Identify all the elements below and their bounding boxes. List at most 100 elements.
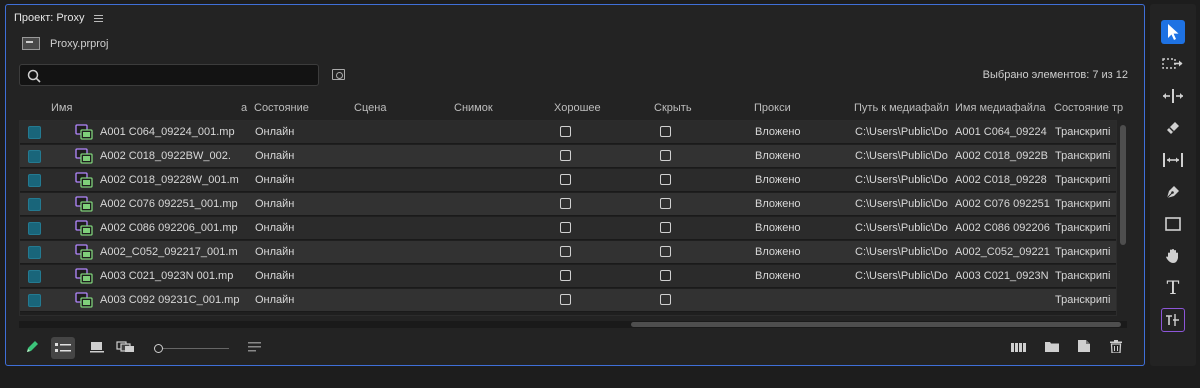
selection-tool-icon[interactable]	[1161, 20, 1185, 44]
razor-tool-icon[interactable]	[1161, 116, 1185, 140]
trash-icon[interactable]	[1110, 340, 1122, 356]
table-row[interactable]: A003 C021_0923N 001.mp Онлайн Вложено C:\Us…	[20, 265, 1116, 288]
slip-tool-icon[interactable]	[1161, 148, 1185, 172]
horizontal-scrollbar[interactable]	[631, 322, 1121, 327]
hide-checkbox[interactable]	[660, 150, 671, 161]
cell-media-path: C:\Users\Public\Do	[855, 198, 948, 210]
label-color-swatch[interactable]	[28, 294, 41, 307]
good-checkbox[interactable]	[560, 294, 571, 305]
clip-icon	[75, 268, 93, 284]
cell-name[interactable]: A001 C064_09224_001.mp	[100, 126, 240, 138]
col-hide[interactable]: Скрыть	[654, 102, 692, 114]
cell-name[interactable]: A002 C018_09228W_001.m	[100, 174, 240, 186]
table-row[interactable]: A002_C052_092217_001.m Онлайн Вложено C:\Us…	[20, 241, 1116, 264]
rectangle-tool-icon[interactable]	[1161, 212, 1185, 236]
cell-status: Онлайн	[255, 222, 295, 234]
cell-proxy: Вложено	[755, 174, 801, 186]
good-checkbox[interactable]	[560, 246, 571, 257]
pen-tool-icon[interactable]	[1161, 180, 1185, 204]
freeform-view-icon[interactable]	[116, 341, 136, 356]
panel-menu-icon[interactable]	[94, 14, 104, 22]
cell-name[interactable]: A003 C021_0923N 001.mp	[100, 270, 240, 282]
cell-media-name: A002 C076 092251	[955, 198, 1050, 210]
label-color-swatch[interactable]	[28, 198, 41, 211]
clip-icon	[75, 172, 93, 188]
table-row[interactable]: A002 C086 092206_001.mp Онлайн Вложено C:\U…	[20, 217, 1116, 240]
col-name[interactable]: Имя	[51, 102, 72, 114]
label-color-swatch[interactable]	[28, 126, 41, 139]
hide-checkbox[interactable]	[660, 126, 671, 137]
cell-status: Онлайн	[255, 198, 295, 210]
list-view-button[interactable]	[51, 337, 75, 359]
col-media-name[interactable]: Имя медиафайла	[955, 102, 1045, 114]
transcript-tool-icon[interactable]	[1161, 308, 1185, 332]
hide-checkbox[interactable]	[660, 174, 671, 185]
good-checkbox[interactable]	[560, 126, 571, 137]
col-status[interactable]: Состояние	[254, 102, 309, 114]
cell-name[interactable]: A002 C086 092206_001.mp	[100, 222, 240, 234]
ripple-edit-tool-icon[interactable]	[1161, 84, 1185, 108]
good-checkbox[interactable]	[560, 174, 571, 185]
hide-checkbox[interactable]	[660, 294, 671, 305]
good-checkbox[interactable]	[560, 150, 571, 161]
new-bin-icon[interactable]	[1045, 340, 1060, 355]
cell-status: Онлайн	[255, 150, 295, 162]
col-media-path[interactable]: Путь к медиафайл	[854, 102, 949, 114]
hand-tool-icon[interactable]	[1161, 244, 1185, 268]
cell-media-path: C:\Users\Public\Do	[855, 246, 948, 258]
new-item-icon[interactable]	[1078, 340, 1090, 355]
label-color-swatch[interactable]	[28, 246, 41, 259]
table-row[interactable]: A001 C064_09224_001.mp Онлайн Вложено C:\Us…	[20, 121, 1116, 144]
cell-media-path: C:\Users\Public\Do	[855, 222, 948, 234]
cell-proxy: Вложено	[755, 246, 801, 258]
col-shot[interactable]: Снимок	[454, 102, 493, 114]
search-icon	[27, 69, 41, 83]
good-checkbox[interactable]	[560, 270, 571, 281]
col-good[interactable]: Хорошее	[554, 102, 601, 114]
label-color-swatch[interactable]	[28, 270, 41, 283]
project-breadcrumb: Proxy.prproj	[22, 37, 108, 50]
zoom-slider-handle[interactable]	[154, 344, 163, 353]
cell-name[interactable]: A003 C092 09231C_001.mp	[100, 294, 240, 306]
cell-name[interactable]: A002 C076 092251_001.mp	[100, 198, 240, 210]
good-checkbox[interactable]	[560, 222, 571, 233]
table-row[interactable]: A002 C018_09228W_001.m Онлайн Вложено C:\Us…	[20, 169, 1116, 192]
table-row[interactable]: A002 C018_0922BW_002. Онлайн Вложено C:\Use…	[20, 145, 1116, 168]
cell-status: Онлайн	[255, 294, 295, 306]
cell-media-name: A002_C052_09221	[955, 246, 1050, 258]
label-color-swatch[interactable]	[28, 222, 41, 235]
col-transcript-status[interactable]: Состояние тр	[1054, 102, 1123, 114]
icon-view-icon[interactable]	[90, 341, 104, 356]
cell-name[interactable]: A002_C052_092217_001.m	[100, 246, 240, 258]
find-icon[interactable]	[332, 69, 345, 80]
zoom-slider-track[interactable]	[154, 348, 229, 349]
cell-media-path: C:\Users\Public\Do	[855, 174, 948, 186]
sort-icon[interactable]	[248, 342, 262, 357]
track-select-tool-icon[interactable]	[1161, 52, 1185, 76]
cell-media-name: A002 C018_09228	[955, 174, 1047, 186]
cell-media-name: A002 C018_0922B	[955, 150, 1048, 162]
table-row[interactable]: A003 C092 09231C_001.mp Онлайн Транскрипі	[20, 289, 1116, 312]
pencil-icon[interactable]	[24, 339, 40, 358]
hide-checkbox[interactable]	[660, 198, 671, 209]
label-color-swatch[interactable]	[28, 150, 41, 163]
project-file-name[interactable]: Proxy.prproj	[50, 38, 108, 50]
col-scene[interactable]: Сцена	[354, 102, 386, 114]
cell-proxy: Вложено	[755, 126, 801, 138]
vertical-scrollbar[interactable]	[1120, 125, 1126, 245]
label-color-swatch[interactable]	[28, 174, 41, 187]
panel-title[interactable]: Проект: Proxy	[14, 12, 84, 24]
project-file-icon	[22, 37, 40, 50]
type-tool-icon[interactable]: T	[1161, 276, 1185, 300]
cell-proxy: Вложено	[755, 270, 801, 282]
sort-indicator[interactable]: a	[241, 102, 247, 114]
search-input[interactable]	[19, 64, 319, 86]
hide-checkbox[interactable]	[660, 270, 671, 281]
table-row[interactable]: A002 C076 092251_001.mp Онлайн Вложено C:\U…	[20, 193, 1116, 216]
cell-name[interactable]: A002 C018_0922BW_002.	[100, 150, 240, 162]
automate-to-sequence-icon[interactable]	[1011, 341, 1027, 356]
good-checkbox[interactable]	[560, 198, 571, 209]
hide-checkbox[interactable]	[660, 222, 671, 233]
col-proxy[interactable]: Прокси	[754, 102, 791, 114]
hide-checkbox[interactable]	[660, 246, 671, 257]
